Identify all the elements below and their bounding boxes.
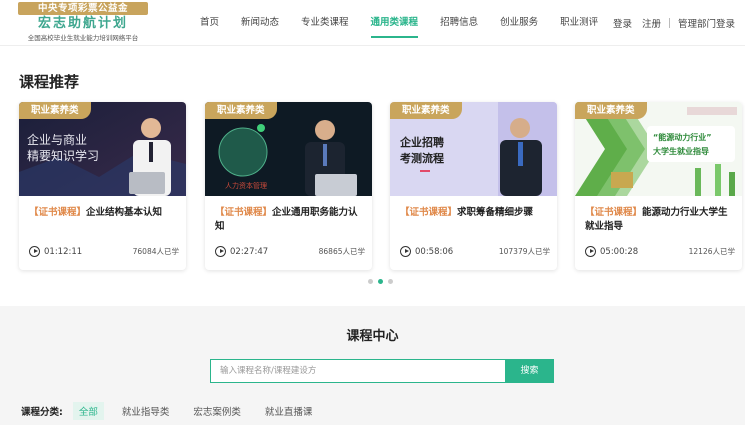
nav-news[interactable]: 新闻动态	[241, 0, 279, 46]
course-card[interactable]: 人力资本管理 职业素养类 【证书课程】企业通用职务能力认知 02:27:47 8…	[205, 102, 372, 270]
play-icon	[585, 246, 596, 257]
course-title-text: 企业结构基本认知	[86, 207, 163, 218]
nav-home[interactable]: 首页	[200, 0, 219, 46]
course-title[interactable]: 【证书课程】企业通用职务能力认知	[215, 206, 365, 234]
learner-count: 107379人已学	[498, 247, 550, 256]
account-links: 登录 注册 管理部门登录	[613, 0, 735, 46]
learner-count: 12126人已学	[688, 247, 735, 256]
nav-entrepreneurship[interactable]: 创业服务	[500, 0, 538, 46]
course-card[interactable]: “能源动力行业” 大学生就业指导 职业素养类 【证书课程】能源动力行业大学生就业…	[575, 102, 742, 270]
category-hongzhi-cases[interactable]: 宏志案例类	[187, 402, 247, 420]
top-header: 中央专项彩票公益金 宏志助航计划 全国高校毕业生就业能力培训网络平台 首页 新闻…	[0, 0, 745, 46]
thumb-text-line: 考测流程	[400, 151, 444, 165]
admin-login-link[interactable]: 管理部门登录	[678, 16, 735, 30]
register-link[interactable]: 注册	[642, 16, 661, 30]
thumb-text-line: “能源动力行业”	[653, 132, 712, 142]
category-all[interactable]: 全部	[72, 402, 104, 420]
course-card[interactable]: 企业与商业 精要知识学习 职业素养类 【证书课程】企业结构基本认知 01:12:…	[19, 102, 186, 270]
carousel-dot-active[interactable]	[378, 279, 383, 284]
course-duration: 05:00:28	[600, 247, 639, 257]
course-title[interactable]: 【证书课程】能源动力行业大学生就业指导	[585, 206, 735, 234]
course-meta: 05:00:28 12126人已学	[585, 245, 735, 259]
login-link[interactable]: 登录	[613, 16, 632, 30]
carousel-indicators	[368, 279, 398, 284]
thumb-text-line: 大学生就业指导	[653, 146, 709, 156]
thumb-text-line: 人力资本管理	[225, 181, 267, 190]
course-duration: 01:12:11	[44, 247, 83, 257]
learner-count: 76084人已学	[132, 247, 179, 256]
thumb-text-line: 企业招聘	[399, 135, 444, 149]
recommend-title: 课程推荐	[19, 73, 80, 91]
carousel-dot[interactable]	[368, 279, 373, 284]
course-center-section: 课程中心 输入课程名称/课程建设方 搜索 课程分类: 全部 就业指导类 宏志案例…	[0, 306, 745, 425]
course-card[interactable]: 企业招聘 考测流程 职业素养类 【证书课程】求职筹备精细步骤 00:58:06 …	[390, 102, 557, 270]
logo-top-text: 中央专项彩票公益金	[18, 2, 148, 15]
category-filter: 课程分类: 全部 就业指导类 宏志案例类 就业直播课	[21, 402, 330, 420]
carousel-dot[interactable]	[388, 279, 393, 284]
thumb-text-line: 精要知识学习	[27, 148, 99, 163]
search-button[interactable]: 搜索	[505, 359, 554, 383]
course-title[interactable]: 【证书课程】企业结构基本认知	[29, 206, 179, 220]
play-icon	[29, 246, 40, 257]
nav-recruitment[interactable]: 招聘信息	[440, 0, 478, 46]
course-meta: 02:27:47 86865人已学	[215, 245, 365, 259]
course-title-text: 求职筹备精细步骤	[457, 207, 534, 218]
course-duration: 02:27:47	[230, 247, 269, 257]
thumb-text-line: 企业与商业	[27, 132, 87, 147]
course-title[interactable]: 【证书课程】求职筹备精细步骤	[400, 206, 550, 220]
certificate-label: 【证书课程】	[585, 207, 643, 218]
course-meta: 00:58:06 107379人已学	[400, 245, 550, 259]
certificate-label: 【证书课程】	[29, 207, 87, 218]
site-logo[interactable]: 中央专项彩票公益金 宏志助航计划 全国高校毕业生就业能力培训网络平台	[18, 2, 148, 44]
category-label: 课程分类:	[21, 407, 63, 418]
main-nav: 首页 新闻动态 专业类课程 通用类课程 招聘信息 创业服务 职业测评	[200, 0, 620, 46]
nav-general-courses[interactable]: 通用类课程	[370, 0, 418, 46]
play-icon	[215, 246, 226, 257]
recommend-carousel: 企业与商业 精要知识学习 职业素养类 【证书课程】企业结构基本认知 01:12:…	[19, 102, 745, 270]
logo-sub-text: 全国高校毕业生就业能力培训网络平台	[27, 34, 139, 42]
play-icon	[400, 246, 411, 257]
account-divider	[668, 18, 670, 28]
certificate-label: 【证书课程】	[400, 207, 458, 218]
nav-career-assessment[interactable]: 职业测评	[560, 0, 598, 46]
course-search-input[interactable]: 输入课程名称/课程建设方	[210, 359, 505, 383]
course-center-title: 课程中心	[346, 329, 399, 344]
logo-main-text: 宏志助航计划	[37, 16, 128, 31]
nav-professional-courses[interactable]: 专业类课程	[301, 0, 349, 46]
course-category-tag: 职业素养类	[390, 102, 462, 119]
category-live-courses[interactable]: 就业直播课	[259, 402, 319, 420]
category-employment-guidance[interactable]: 就业指导类	[116, 402, 176, 420]
course-category-tag: 职业素养类	[19, 102, 91, 119]
course-duration: 00:58:06	[415, 247, 454, 257]
course-category-tag: 职业素养类	[205, 102, 277, 119]
certificate-label: 【证书课程】	[215, 207, 273, 218]
course-category-tag: 职业素养类	[575, 102, 647, 119]
course-meta: 01:12:11 76084人已学	[29, 245, 179, 259]
learner-count: 86865人已学	[318, 247, 365, 256]
